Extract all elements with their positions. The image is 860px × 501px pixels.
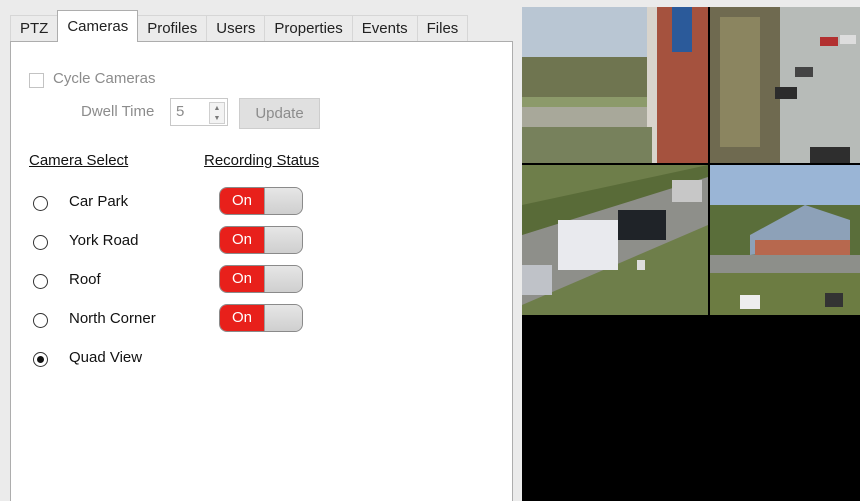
- camera-radio[interactable]: [33, 274, 48, 289]
- cameras-tab-panel: Cycle Cameras Dwell Time 5 ▲ ▼ Update Ca…: [10, 41, 513, 501]
- camera-feed-roof[interactable]: [522, 165, 708, 315]
- stepper-down-icon[interactable]: ▼: [214, 115, 221, 122]
- app-window: PTZ Cameras Profiles Users Properties Ev…: [0, 0, 860, 501]
- tab-events[interactable]: Events: [351, 15, 418, 42]
- toggle-knob[interactable]: [265, 227, 302, 253]
- tab-users[interactable]: Users: [206, 15, 266, 42]
- dwell-time-value[interactable]: 5: [176, 103, 184, 120]
- toggle-on-label: On: [220, 227, 265, 253]
- toggle-knob[interactable]: [265, 266, 302, 292]
- camera-label: Car Park: [69, 193, 129, 210]
- recording-status-header: Recording Status: [204, 152, 320, 169]
- camera-row-quad-view: Quad View: [29, 346, 349, 376]
- camera-radio[interactable]: [33, 313, 48, 328]
- camera-radio-selected[interactable]: [33, 352, 48, 367]
- toggle-on-label: On: [220, 305, 265, 331]
- camera-feed-image: [522, 165, 708, 315]
- camera-label: Roof: [69, 271, 101, 288]
- recording-toggle[interactable]: On: [219, 304, 303, 332]
- camera-feed-image: [710, 165, 860, 315]
- quad-video-view[interactable]: [522, 7, 860, 501]
- tab-properties[interactable]: Properties: [264, 15, 353, 42]
- tab-profiles[interactable]: Profiles: [137, 15, 208, 42]
- camera-feed-car-park[interactable]: [522, 7, 708, 163]
- dwell-time-stepper[interactable]: 5 ▲ ▼: [170, 98, 228, 126]
- camera-label: Quad View: [69, 349, 143, 366]
- control-panel: PTZ Cameras Profiles Users Properties Ev…: [10, 10, 513, 501]
- toggle-on-label: On: [220, 188, 265, 214]
- tab-cameras[interactable]: Cameras: [57, 10, 139, 42]
- toggle-knob[interactable]: [265, 305, 302, 331]
- recording-toggle[interactable]: On: [219, 226, 303, 254]
- stepper-up-icon[interactable]: ▲: [214, 105, 221, 112]
- update-button[interactable]: Update: [239, 98, 320, 129]
- camera-row-car-park: Car Park On: [29, 187, 349, 220]
- camera-feed-image: [522, 7, 708, 163]
- camera-row-york-road: York Road On: [29, 226, 349, 259]
- tab-strip: PTZ Cameras Profiles Users Properties Ev…: [10, 10, 469, 42]
- camera-radio[interactable]: [33, 196, 48, 211]
- camera-select-header: Camera Select: [29, 152, 129, 169]
- tab-files[interactable]: Files: [416, 15, 469, 42]
- cycle-cameras-checkbox[interactable]: [29, 73, 44, 88]
- dwell-time-label: Dwell Time: [81, 103, 155, 120]
- camera-feed-york-road[interactable]: [710, 7, 860, 163]
- recording-toggle[interactable]: On: [219, 187, 303, 215]
- camera-label: North Corner: [69, 310, 156, 327]
- recording-toggle[interactable]: On: [219, 265, 303, 293]
- camera-feed-image: [710, 7, 860, 163]
- camera-row-roof: Roof On: [29, 265, 349, 298]
- camera-feed-north-corner[interactable]: [710, 165, 860, 315]
- cycle-cameras-label: Cycle Cameras: [53, 70, 156, 87]
- camera-row-north-corner: North Corner On: [29, 304, 349, 337]
- toggle-knob[interactable]: [265, 188, 302, 214]
- stepper-buttons[interactable]: ▲ ▼: [209, 102, 225, 124]
- camera-label: York Road: [69, 232, 139, 249]
- camera-radio[interactable]: [33, 235, 48, 250]
- toggle-on-label: On: [220, 266, 265, 292]
- tab-ptz[interactable]: PTZ: [10, 15, 59, 42]
